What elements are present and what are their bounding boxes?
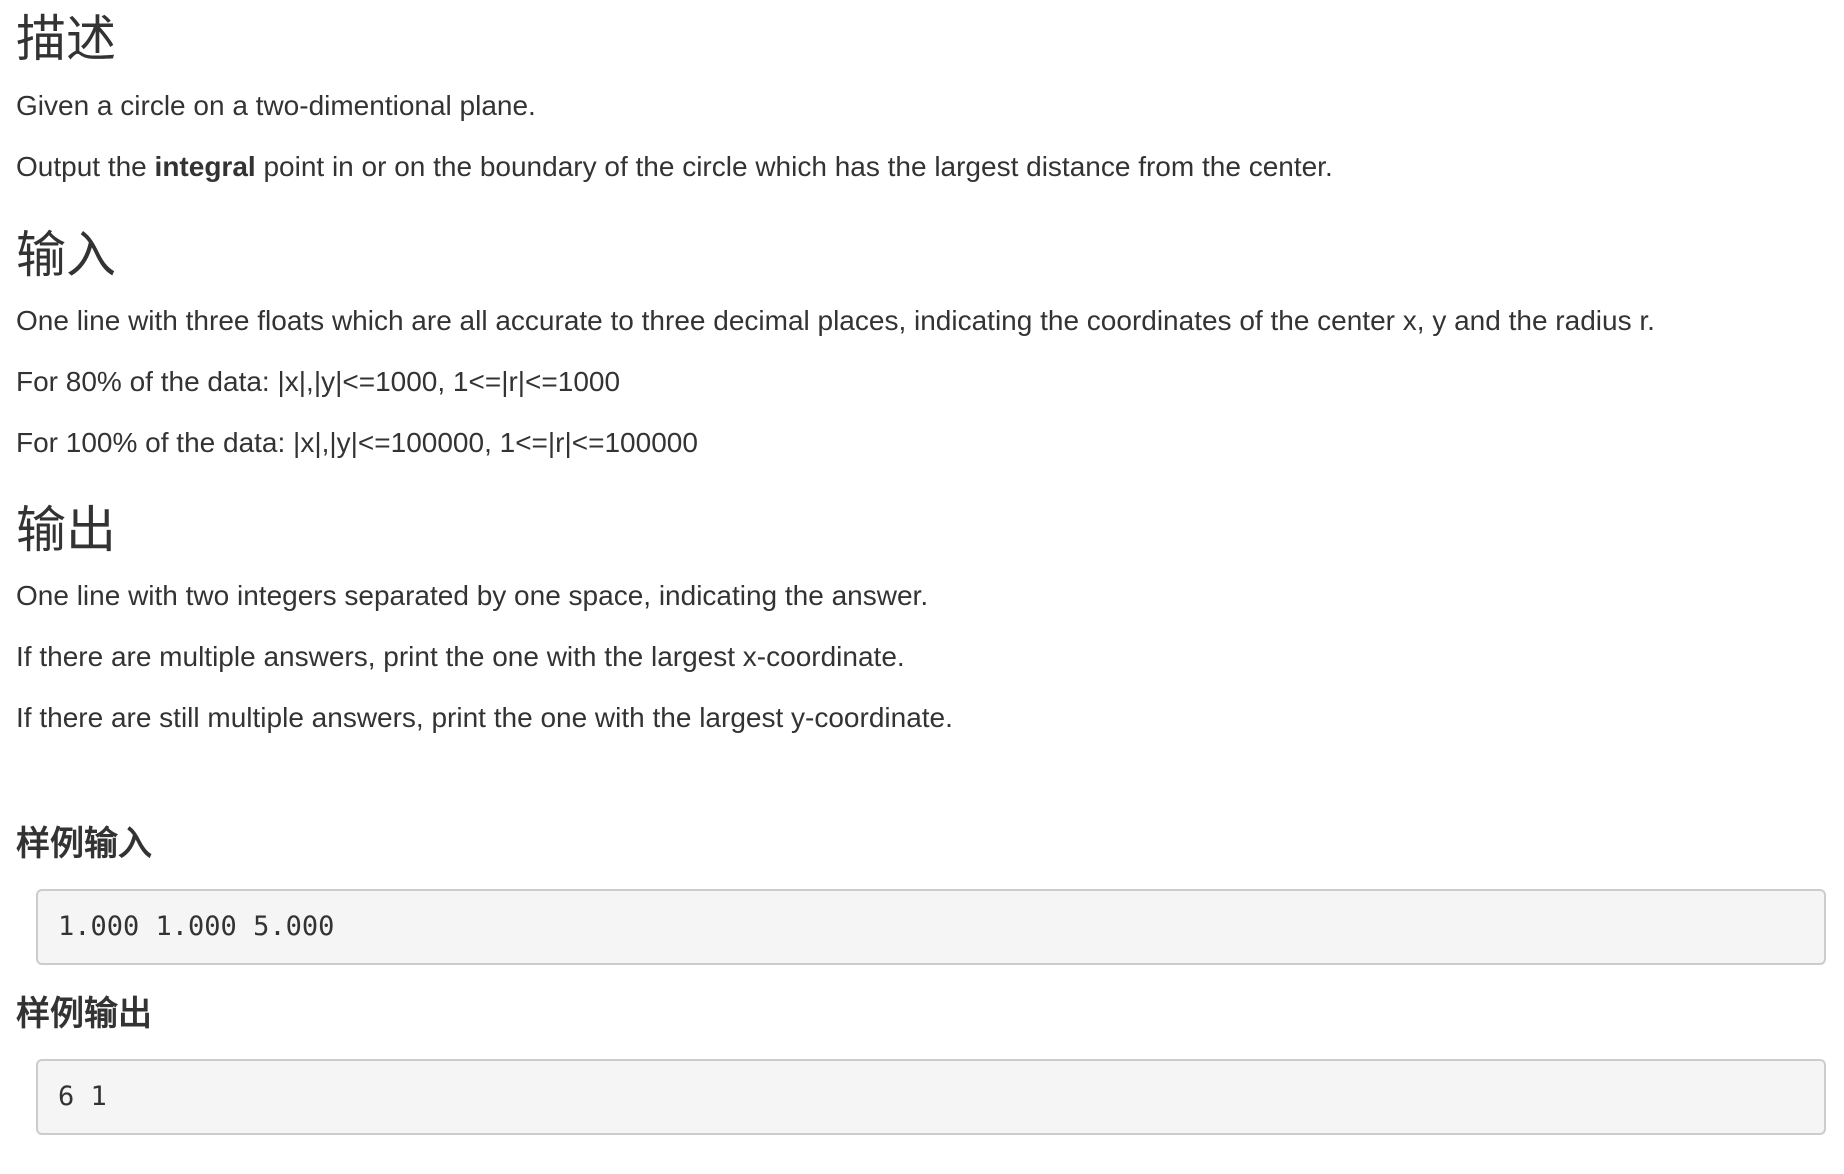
- integral-bold-text: integral: [154, 151, 256, 182]
- output-paragraph-3: If there are still multiple answers, pri…: [16, 702, 953, 733]
- description-paragraph-2: Output the integral point in or on the b…: [16, 153, 1333, 181]
- input-paragraph-1: One line with three floats which are all…: [16, 305, 1655, 336]
- description-text-after: point in or on the boundary of the circl…: [255, 151, 1333, 182]
- sample-input-code: 1.000 1.000 5.000: [58, 911, 335, 942]
- description-heading: 描述: [16, 10, 116, 68]
- output-heading: 输出: [16, 501, 116, 559]
- sample-input-heading: 样例输入: [16, 824, 152, 864]
- description-paragraph-1: Given a circle on a two-dimentional plan…: [16, 90, 536, 121]
- sample-output-code: 6 1: [58, 1081, 107, 1112]
- input-heading: 输入: [16, 226, 116, 284]
- sample-input-code-block: 1.000 1.000 5.000: [36, 889, 1826, 965]
- description-text-before: Output the: [16, 151, 155, 182]
- output-paragraph-1: One line with two integers separated by …: [16, 580, 929, 611]
- sample-output-heading: 样例输出: [16, 994, 152, 1034]
- input-paragraph-3: For 100% of the data: |x|,|y|<=100000, 1…: [16, 427, 698, 458]
- sample-output-code-block: 6 1: [36, 1059, 1826, 1135]
- input-paragraph-2: For 80% of the data: |x|,|y|<=1000, 1<=|…: [16, 366, 621, 397]
- output-paragraph-2: If there are multiple answers, print the…: [16, 641, 905, 672]
